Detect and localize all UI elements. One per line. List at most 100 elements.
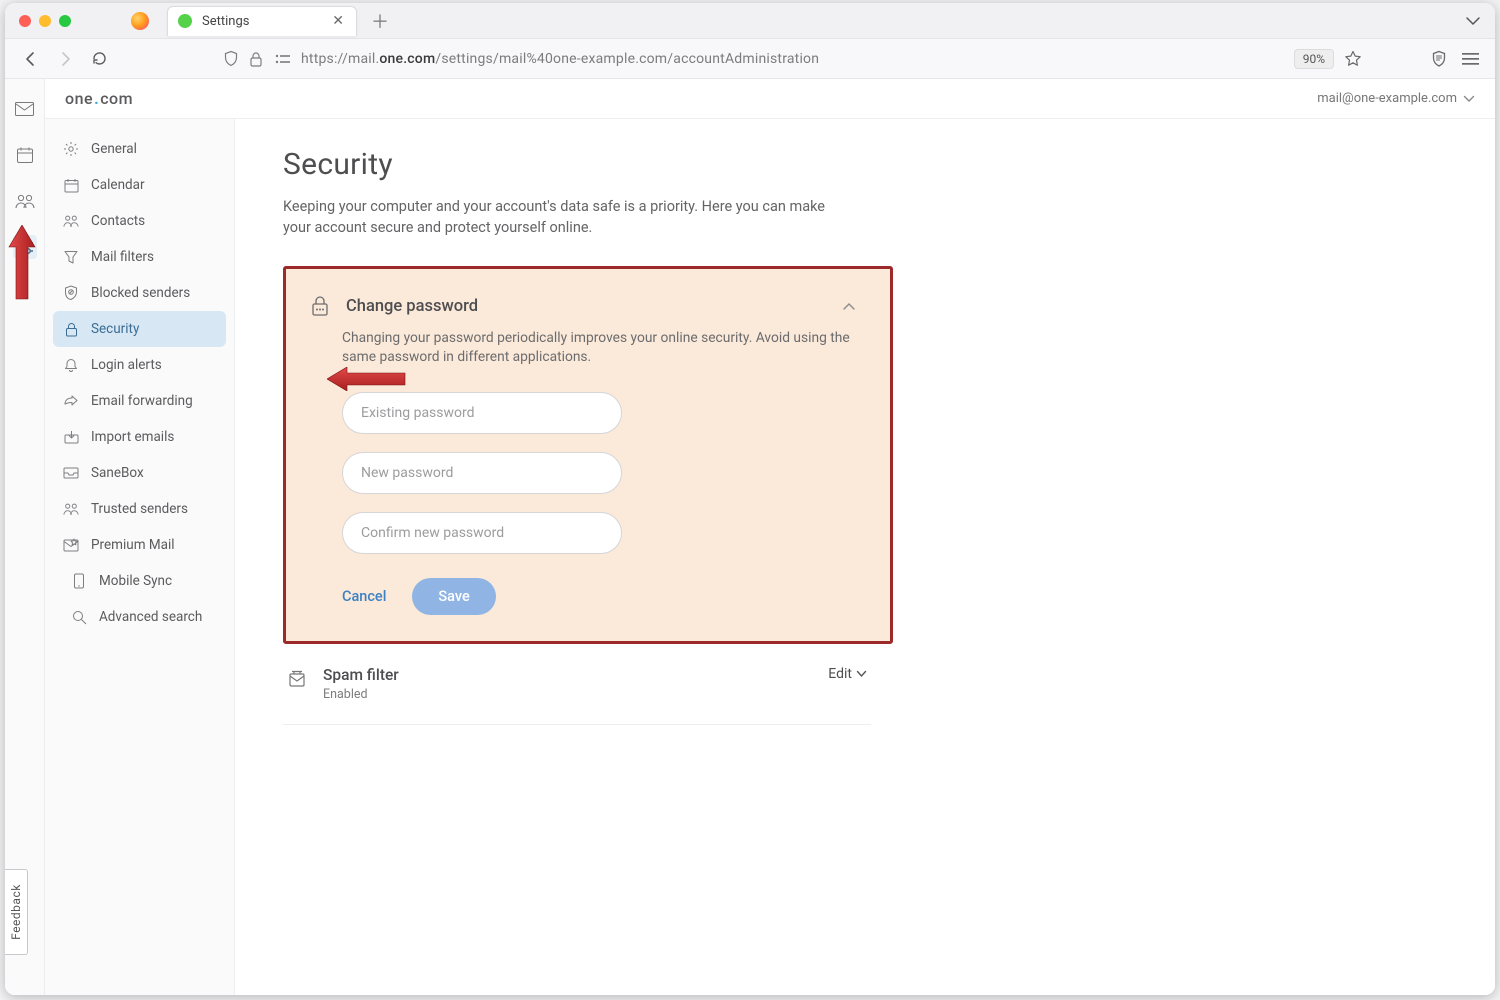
sidebar-item-security[interactable]: Security	[53, 311, 226, 347]
spam-edit-label: Edit	[828, 666, 852, 682]
spam-status: Enabled	[323, 687, 812, 702]
page-content: Security Keeping your computer and your …	[235, 119, 1495, 995]
brand-dot: .	[94, 89, 99, 108]
search-icon	[71, 609, 87, 625]
sidebar-item-label: Security	[91, 321, 139, 337]
filter-icon	[63, 249, 79, 265]
shield-block-icon	[63, 285, 79, 301]
bookmark-button[interactable]	[1344, 50, 1362, 68]
calendar-icon	[63, 177, 79, 193]
import-icon	[63, 429, 79, 445]
tab-title: Settings	[202, 14, 322, 29]
sidebar-item-label: Mobile Sync	[99, 573, 172, 589]
sidebar-item-login-alerts[interactable]: Login alerts	[53, 347, 226, 383]
permissions-icon[interactable]	[273, 52, 291, 66]
lock-icon	[63, 321, 79, 337]
nav-back-button[interactable]	[21, 49, 41, 69]
sidebar-item-import-emails[interactable]: Import emails	[53, 419, 226, 455]
app-menu-button[interactable]	[1462, 52, 1479, 66]
url-bar[interactable]: https://mail.one.com/settings/mail%40one…	[301, 51, 1284, 67]
account-dropdown[interactable]: mail@one-example.com	[1317, 91, 1475, 106]
sidebar-item-calendar[interactable]: Calendar	[53, 167, 226, 203]
sidebar-item-premium-mail[interactable]: Premium Mail	[53, 527, 226, 563]
spam-edit-button[interactable]: Edit	[828, 666, 867, 682]
browser-tab[interactable]: Settings ✕	[167, 6, 357, 36]
collapse-button[interactable]	[842, 302, 856, 311]
sidebar-item-label: Advanced search	[99, 609, 202, 625]
sidebar-item-mobile-sync[interactable]: Mobile Sync	[53, 563, 226, 599]
settings-sidebar: General Calendar Contacts Mail filters	[45, 119, 235, 995]
sidebar-item-trusted-senders[interactable]: Trusted senders	[53, 491, 226, 527]
new-password-field[interactable]	[342, 452, 622, 494]
sidebar-item-general[interactable]: General	[53, 131, 226, 167]
sidebar-item-label: Calendar	[91, 177, 145, 193]
rail-contacts-icon[interactable]	[13, 189, 37, 213]
new-tab-button[interactable]: ＋	[371, 8, 389, 34]
feedback-tab[interactable]: Feedback	[5, 869, 28, 955]
tabs-dropdown-button[interactable]	[1465, 16, 1481, 26]
contacts-icon	[63, 213, 79, 229]
window-minimize[interactable]	[39, 15, 51, 27]
confirm-password-field[interactable]	[342, 512, 622, 554]
sidebar-item-label: Email forwarding	[91, 393, 193, 409]
reader-button[interactable]	[1430, 50, 1448, 68]
sidebar-item-mail-filters[interactable]: Mail filters	[53, 239, 226, 275]
sidebar-item-blocked-senders[interactable]: Blocked senders	[53, 275, 226, 311]
chevron-down-icon	[1463, 95, 1475, 103]
existing-password-field[interactable]	[342, 392, 622, 434]
forward-icon	[63, 393, 79, 409]
sidebar-item-label: Contacts	[91, 213, 145, 229]
spam-title: Spam filter	[323, 666, 812, 684]
brand-logo: one.com	[65, 89, 133, 108]
nav-forward-button[interactable]	[55, 49, 75, 69]
sidebar-item-email-forwarding[interactable]: Email forwarding	[53, 383, 226, 419]
brand-text-pre: one	[65, 89, 93, 108]
nav-reload-button[interactable]	[89, 49, 109, 69]
sidebar-item-label: Premium Mail	[91, 537, 175, 553]
sidebar-item-advanced-search[interactable]: Advanced search	[53, 599, 226, 635]
favicon-icon	[178, 14, 192, 28]
url-path: /settings/mail%40one-example.com/account…	[435, 51, 819, 67]
rail-settings-icon[interactable]	[13, 235, 37, 259]
sidebar-item-label: Import emails	[91, 429, 174, 445]
sidebar-item-label: Mail filters	[91, 249, 154, 265]
change-password-card: Change password Changing your password p…	[283, 266, 893, 644]
sidebar-item-label: General	[91, 141, 137, 157]
save-button[interactable]: Save	[412, 578, 495, 615]
url-prefix: https://mail.	[301, 51, 379, 67]
password-icon	[310, 295, 330, 317]
chevron-down-icon	[856, 670, 867, 678]
sidebar-item-label: Blocked senders	[91, 285, 190, 301]
firefox-icon	[131, 12, 149, 30]
card-title: Change password	[346, 297, 826, 316]
window-close[interactable]	[19, 15, 31, 27]
sidebar-item-contacts[interactable]: Contacts	[53, 203, 226, 239]
sidebar-item-label: SaneBox	[91, 465, 144, 481]
sidebar-item-label: Trusted senders	[91, 501, 188, 517]
rail-mail-icon[interactable]	[13, 97, 37, 121]
zoom-badge[interactable]: 90%	[1294, 49, 1334, 69]
sidebar-item-sanebox[interactable]: SaneBox	[53, 455, 226, 491]
spam-filter-section: Spam filter Enabled Edit	[283, 644, 871, 725]
feedback-label: Feedback	[9, 884, 23, 940]
trusted-icon	[63, 501, 79, 517]
card-note: Changing your password periodically impr…	[342, 329, 856, 368]
tab-close-button[interactable]: ✕	[332, 13, 344, 29]
cancel-button[interactable]: Cancel	[342, 588, 386, 605]
bell-icon	[63, 357, 79, 373]
brand-text-post: com	[100, 89, 133, 108]
page-description: Keeping your computer and your account's…	[283, 196, 843, 238]
url-host: one.com	[379, 51, 435, 67]
lock-icon[interactable]	[249, 51, 263, 67]
account-email: mail@one-example.com	[1317, 91, 1457, 106]
window-maximize[interactable]	[59, 15, 71, 27]
rail-calendar-icon[interactable]	[13, 143, 37, 167]
premium-icon	[63, 537, 79, 553]
gear-icon	[63, 141, 79, 157]
spam-icon	[287, 668, 307, 688]
shield-privacy-icon[interactable]	[223, 50, 239, 67]
page-title: Security	[283, 147, 1447, 182]
sidebar-item-label: Login alerts	[91, 357, 162, 373]
sanebox-icon	[63, 465, 79, 481]
mobile-icon	[71, 573, 87, 589]
